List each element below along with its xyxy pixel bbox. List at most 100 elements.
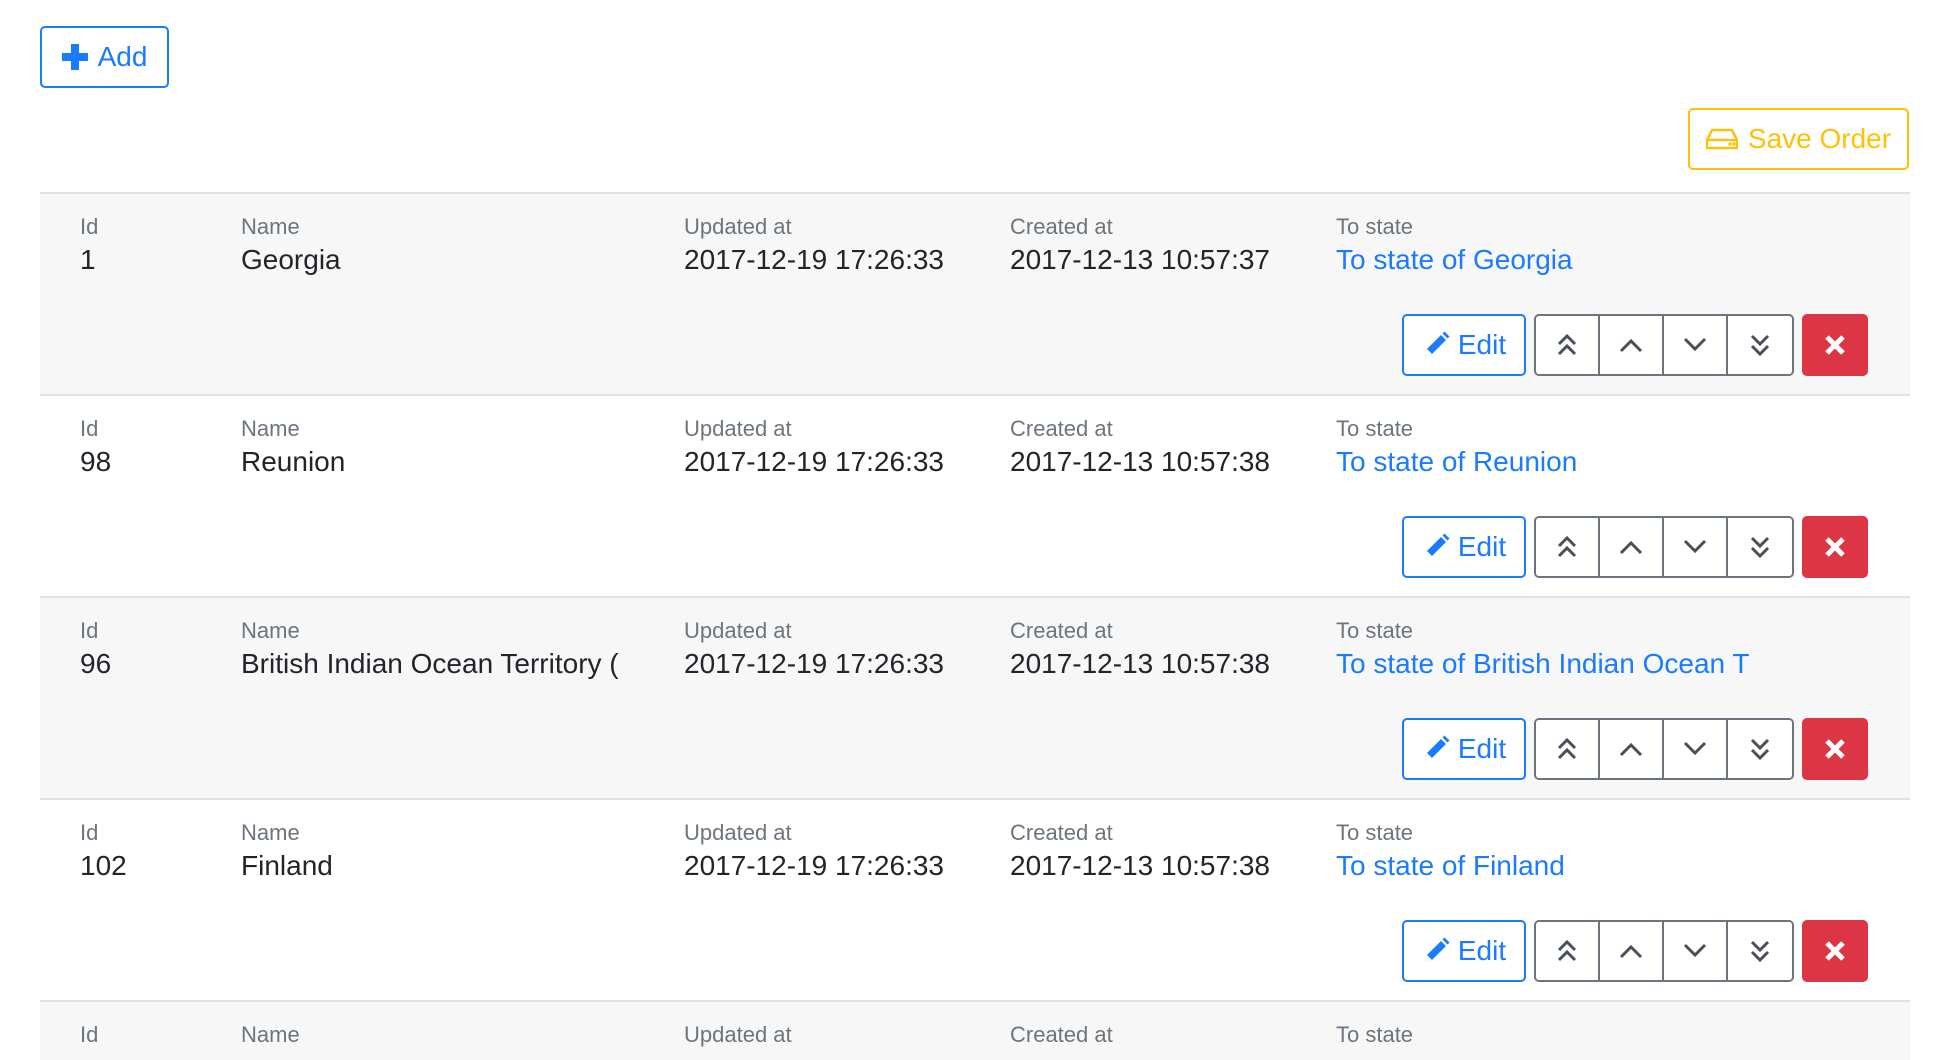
id-label: Id (80, 820, 99, 845)
updated-at-value: 2017-12-19 17:26:33 (684, 850, 944, 881)
name-value: Reunion (241, 446, 346, 477)
save-order-label: Save Order (1747, 123, 1892, 154)
created-at-label: Created at (1010, 214, 1113, 239)
add-button-label: Add (97, 41, 148, 72)
chevron-up-icon (1619, 944, 1643, 959)
move-bottom-button[interactable] (1728, 720, 1792, 778)
chevron-up-icon (1619, 540, 1643, 555)
move-top-button[interactable] (1536, 922, 1600, 980)
pencil-icon (1424, 331, 1450, 356)
add-button[interactable]: Add (40, 26, 169, 88)
edit-button[interactable]: Edit (1402, 920, 1526, 982)
created-at-label: Created at (1010, 1022, 1113, 1047)
to-state-link[interactable]: To state of Finland (1336, 850, 1776, 882)
move-up-button[interactable] (1600, 518, 1664, 576)
chevron-down-icon (1683, 741, 1707, 756)
save-order-button[interactable]: Save Order (1688, 108, 1909, 170)
edit-label: Edit (1457, 935, 1507, 966)
id-label: Id (80, 618, 99, 643)
double-chevron-up-icon (1557, 737, 1577, 760)
table-row: Id 98 Name Reunion Updated at 2017-12-19… (40, 394, 1910, 596)
updated-at-label: Updated at (684, 820, 792, 845)
name-value: Finland (241, 850, 333, 881)
edit-label: Edit (1457, 531, 1507, 562)
name-label: Name (241, 820, 300, 845)
to-state-label: To state (1336, 1022, 1414, 1047)
updated-at-label: Updated at (684, 618, 792, 643)
id-value: 96 (80, 648, 112, 679)
delete-button[interactable] (1802, 516, 1868, 578)
name-label: Name (241, 214, 300, 239)
move-bottom-button[interactable] (1728, 922, 1792, 980)
move-down-button[interactable] (1664, 518, 1728, 576)
move-down-button[interactable] (1664, 922, 1728, 980)
move-top-button[interactable] (1536, 720, 1600, 778)
double-chevron-up-icon (1557, 535, 1577, 558)
id-label: Id (80, 416, 99, 441)
move-up-button[interactable] (1600, 316, 1664, 374)
double-chevron-up-icon (1557, 333, 1577, 356)
move-bottom-button[interactable] (1728, 316, 1792, 374)
updated-at-value: 2017-12-19 17:26:33 (684, 244, 944, 275)
delete-button[interactable] (1802, 314, 1868, 376)
move-down-button[interactable] (1664, 316, 1728, 374)
edit-button[interactable]: Edit (1402, 718, 1526, 780)
table-row: Id 102 Name Finland Updated at 2017-12-1… (40, 798, 1910, 1000)
double-chevron-down-icon (1750, 738, 1770, 761)
to-state-label: To state (1336, 618, 1414, 643)
updated-at-label: Updated at (684, 1022, 792, 1047)
reorder-button-group (1534, 718, 1794, 780)
updated-at-value: 2017-12-19 17:26:33 (684, 446, 944, 477)
edit-button[interactable]: Edit (1402, 314, 1526, 376)
double-chevron-up-icon (1557, 939, 1577, 962)
created-at-label: Created at (1010, 618, 1113, 643)
move-top-button[interactable] (1536, 518, 1600, 576)
table-row: Id Name Updated at Created at To state (40, 1000, 1910, 1060)
chevron-up-icon (1619, 742, 1643, 757)
id-label: Id (80, 1022, 99, 1047)
name-label: Name (241, 1022, 300, 1047)
reorder-button-group (1534, 920, 1794, 982)
double-chevron-down-icon (1750, 334, 1770, 357)
id-label: Id (80, 214, 99, 239)
name-value: Georgia (241, 244, 341, 275)
updated-at-value: 2017-12-19 17:26:33 (684, 648, 944, 679)
to-state-label: To state (1336, 214, 1414, 239)
close-icon (1825, 739, 1845, 759)
pencil-icon (1424, 735, 1450, 760)
plus-icon (61, 44, 88, 70)
chevron-down-icon (1683, 539, 1707, 554)
created-at-value: 2017-12-13 10:57:38 (1010, 446, 1270, 477)
edit-button[interactable]: Edit (1402, 516, 1526, 578)
to-state-link[interactable]: To state of Reunion (1336, 446, 1776, 478)
to-state-link[interactable]: To state of Georgia (1336, 244, 1776, 276)
to-state-label: To state (1336, 416, 1414, 441)
table-row: Id 96 Name British Indian Ocean Territor… (40, 596, 1910, 798)
edit-label: Edit (1457, 733, 1507, 764)
pencil-icon (1424, 937, 1450, 962)
edit-label: Edit (1457, 329, 1507, 360)
move-down-button[interactable] (1664, 720, 1728, 778)
chevron-down-icon (1683, 943, 1707, 958)
updated-at-label: Updated at (684, 214, 792, 239)
to-state-link[interactable]: To state of British Indian Ocean T (1336, 648, 1776, 680)
close-icon (1825, 941, 1845, 961)
created-at-value: 2017-12-13 10:57:38 (1010, 850, 1270, 881)
move-up-button[interactable] (1600, 922, 1664, 980)
move-top-button[interactable] (1536, 316, 1600, 374)
close-icon (1825, 537, 1845, 557)
updated-at-label: Updated at (684, 416, 792, 441)
to-state-label: To state (1336, 820, 1414, 845)
double-chevron-down-icon (1750, 940, 1770, 963)
reorder-button-group (1534, 516, 1794, 578)
id-value: 98 (80, 446, 112, 477)
id-value: 1 (80, 244, 96, 275)
move-bottom-button[interactable] (1728, 518, 1792, 576)
created-at-value: 2017-12-13 10:57:38 (1010, 648, 1270, 679)
move-up-button[interactable] (1600, 720, 1664, 778)
name-label: Name (241, 618, 300, 643)
delete-button[interactable] (1802, 718, 1868, 780)
delete-button[interactable] (1802, 920, 1868, 982)
name-label: Name (241, 416, 300, 441)
created-at-label: Created at (1010, 416, 1113, 441)
